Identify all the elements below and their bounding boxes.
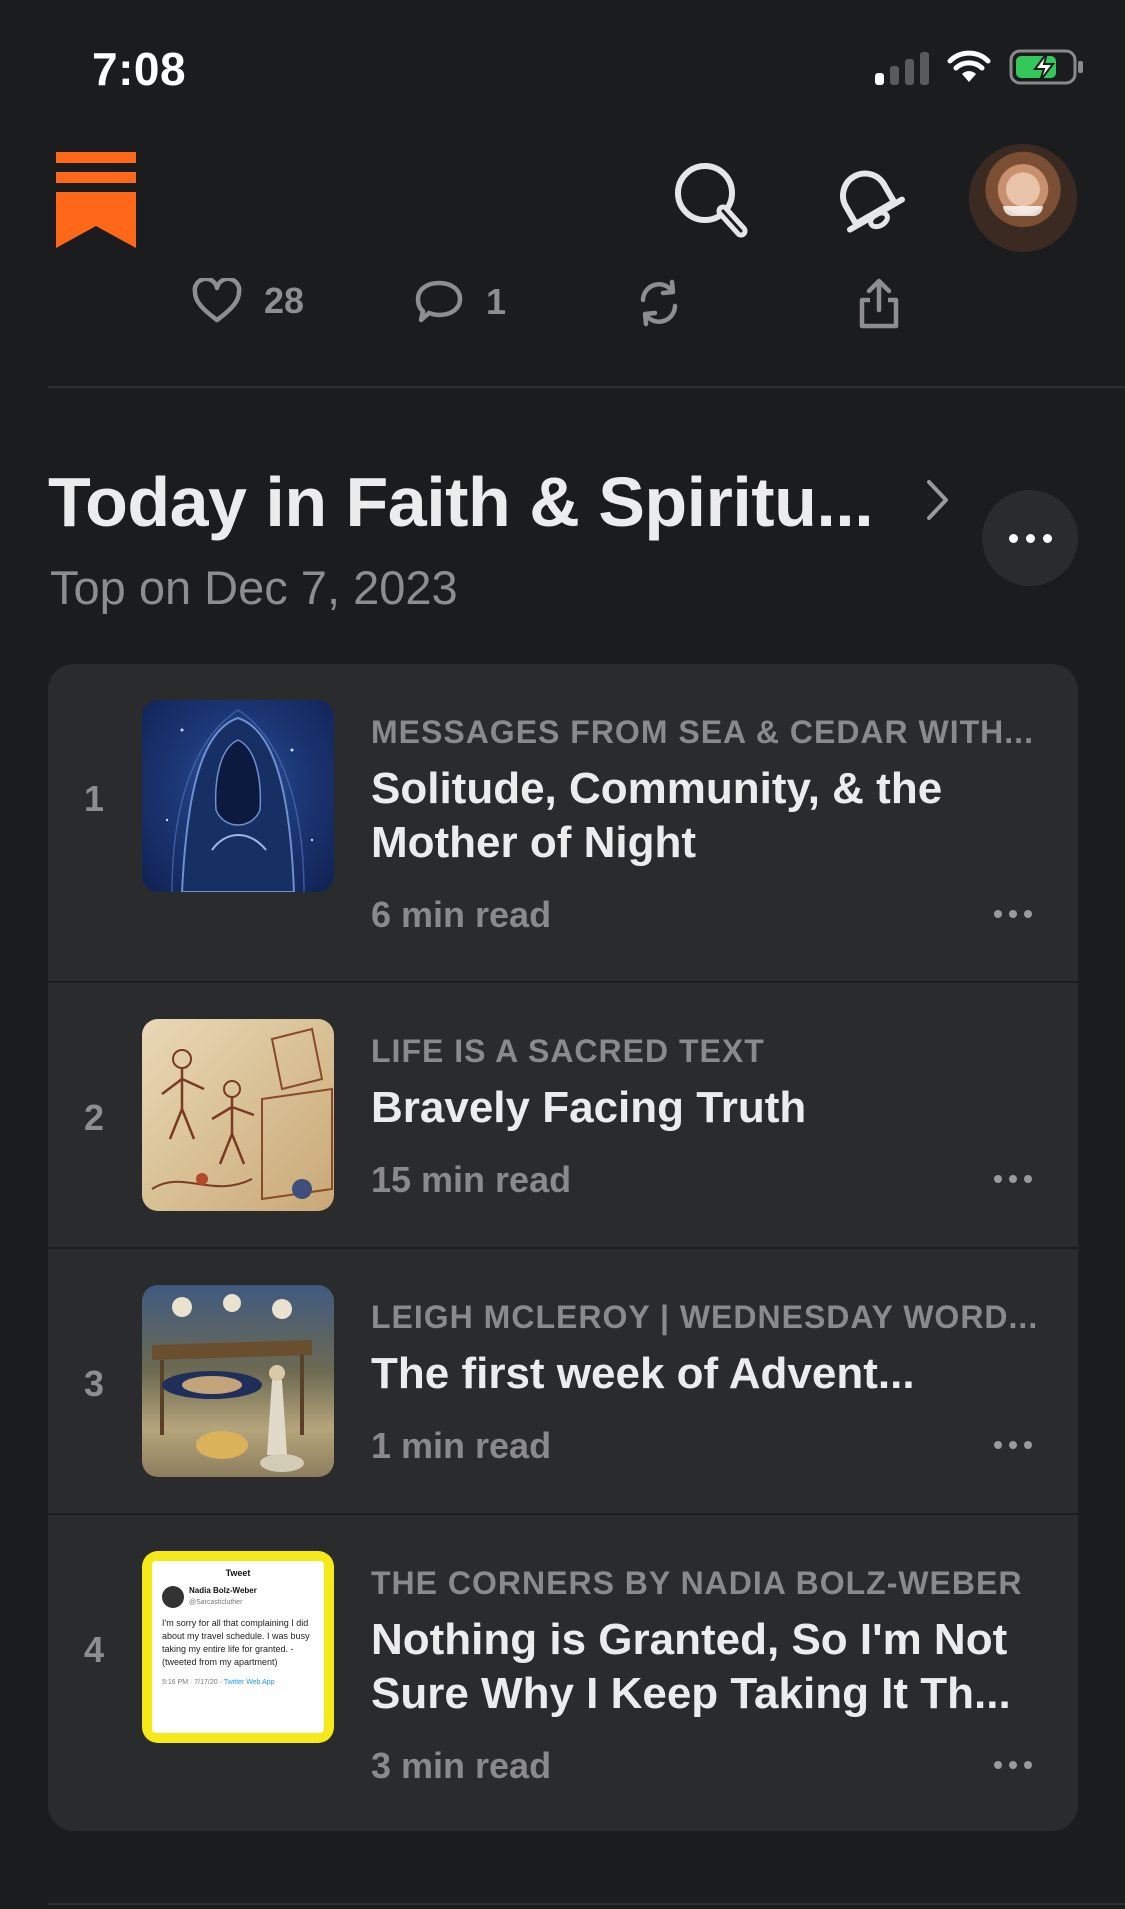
tweet-footer: 5:16 PM · 7/17/20 · Twitter Web App xyxy=(162,1677,314,1689)
notifications-button[interactable] xyxy=(822,154,912,244)
read-time: 15 min read xyxy=(371,1159,572,1200)
rank-number: 1 xyxy=(84,778,105,819)
app-header xyxy=(0,140,1125,270)
list-item[interactable]: 1 MESSAGES FROM SEA & CEDAR WITH... Soli… xyxy=(48,664,1078,982)
list-item[interactable]: 4 Tweet Nadia Bolz-Weber @Sarcasticluthe… xyxy=(48,1515,1078,1831)
divider xyxy=(48,1903,1125,1905)
post-title: Bravely Facing Truth xyxy=(371,1083,807,1132)
heart-icon xyxy=(192,278,242,323)
post-thumbnail xyxy=(142,1019,334,1211)
comment-icon xyxy=(415,280,463,323)
tweet-body: I'm sorry for all that complaining I did… xyxy=(162,1618,310,1667)
tweet-screenshot: Tweet Nadia Bolz-Weber @Sarcasticluther … xyxy=(152,1561,324,1733)
post-thumbnail xyxy=(142,700,334,892)
more-icon xyxy=(1008,533,1018,543)
comment-count: 1 xyxy=(486,281,507,322)
battery-charging-icon xyxy=(1009,49,1083,85)
post-thumbnail: Tweet Nadia Bolz-Weber @Sarcasticluther … xyxy=(142,1551,334,1743)
top-posts-list: 1 MESSAGES FROM SEA & CEDAR WITH... Soli… xyxy=(48,664,1078,1831)
more-icon xyxy=(994,1761,1002,1769)
like-button[interactable]: 28 xyxy=(192,278,304,324)
tweet-author: Nadia Bolz-Weber @Sarcasticluther xyxy=(162,1585,314,1609)
like-count: 28 xyxy=(264,280,305,321)
avatar[interactable] xyxy=(969,144,1077,252)
section-title[interactable]: Today in Faith & Spiritu... xyxy=(48,462,874,542)
more-icon xyxy=(994,910,1002,918)
tweet-app: Twitter Web App xyxy=(223,1679,275,1686)
post-more-button[interactable] xyxy=(994,1175,1032,1183)
publication-name: MESSAGES FROM SEA & CEDAR WITH... xyxy=(371,714,1034,750)
restack-icon xyxy=(640,279,678,327)
status-time: 7:08 xyxy=(92,43,187,95)
read-time: 3 min read xyxy=(371,1745,552,1786)
comment-button[interactable]: 1 xyxy=(414,278,506,326)
section-subtitle: Top on Dec 7, 2023 xyxy=(50,561,458,614)
publication-name: LEIGH MCLEROY | WEDNESDAY WORD... xyxy=(371,1299,1039,1335)
more-icon xyxy=(994,1441,1002,1449)
wifi-icon xyxy=(947,50,991,82)
search-button[interactable] xyxy=(666,154,756,244)
list-item[interactable]: 3 LEIGH MCLEROY | WEDNESDAY WORD... The … xyxy=(48,1249,1078,1513)
share-button[interactable] xyxy=(856,278,902,330)
chevron-right-icon[interactable] xyxy=(925,478,951,522)
publication-name: THE CORNERS BY NADIA BOLZ-WEBER xyxy=(371,1565,1023,1601)
post-more-button[interactable] xyxy=(994,1441,1032,1449)
post-title: Nothing is Granted, So I'm Not Sure Why … xyxy=(371,1615,1011,1718)
post-more-button[interactable] xyxy=(994,910,1032,918)
status-icons xyxy=(875,48,1085,86)
list-item[interactable]: 2 LIFE IS A SACRED TEXT Bravely Facing T… xyxy=(48,983,1078,1247)
section-more-button[interactable] xyxy=(982,490,1078,586)
read-time: 6 min read xyxy=(371,894,552,935)
share-icon xyxy=(859,278,899,329)
divider xyxy=(48,386,1125,388)
post-thumbnail xyxy=(142,1285,334,1477)
read-time: 1 min read xyxy=(371,1425,552,1466)
bell-icon xyxy=(840,170,905,233)
tweet-author-name: Nadia Bolz-Weber xyxy=(189,1586,257,1595)
post-actions: 28 1 xyxy=(0,270,1125,340)
cellular-signal-icon xyxy=(875,49,929,85)
post-title: The first week of Advent... xyxy=(371,1349,915,1398)
rank-number: 3 xyxy=(84,1363,105,1404)
status-bar: 7:08 xyxy=(0,0,1125,130)
tweet-header: Tweet xyxy=(225,1568,251,1578)
publication-name: LIFE IS A SACRED TEXT xyxy=(371,1033,765,1069)
rank-number: 4 xyxy=(84,1629,105,1670)
rank-number: 2 xyxy=(84,1097,105,1138)
tweet-author-handle: @Sarcasticluther xyxy=(189,1599,243,1606)
avatar xyxy=(162,1586,184,1608)
post-title: Solitude, Community, & the Mother of Nig… xyxy=(371,764,943,867)
tweet-time: 5:16 PM · 7/17/20 · xyxy=(162,1679,222,1686)
more-icon xyxy=(994,1175,1002,1183)
search-icon xyxy=(675,163,748,238)
substack-logo-icon[interactable] xyxy=(56,152,136,248)
restack-button[interactable] xyxy=(634,278,684,328)
post-more-button[interactable] xyxy=(994,1761,1032,1769)
